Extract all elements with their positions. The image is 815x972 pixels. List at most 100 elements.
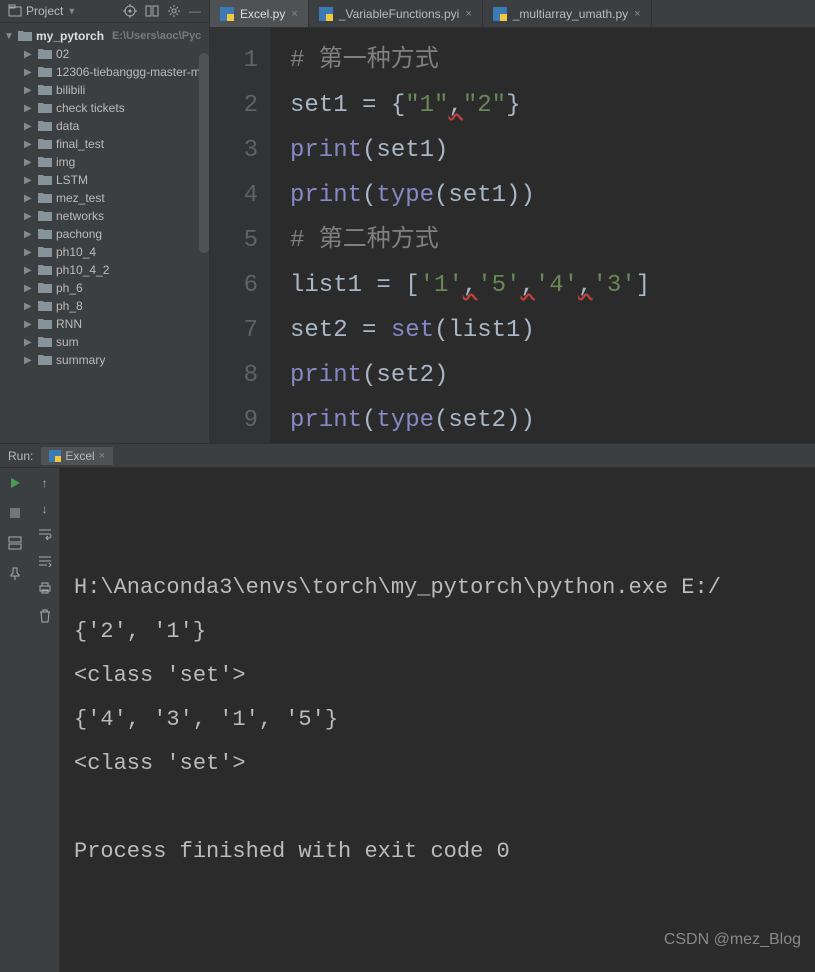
tab-label: Excel.py (240, 7, 285, 21)
run-tab-label: Excel (65, 449, 94, 463)
close-icon[interactable]: × (291, 8, 297, 20)
collapse-arrow-icon[interactable]: ▶ (24, 319, 34, 330)
collapse-arrow-icon[interactable]: ▶ (24, 49, 34, 60)
code-line[interactable]: print(type(set2)) (290, 398, 815, 443)
collapse-arrow-icon[interactable]: ▶ (24, 283, 34, 294)
tree-item[interactable]: ▶ 02 (0, 45, 209, 63)
tab-label: _VariableFunctions.pyi (339, 7, 460, 21)
tree-item[interactable]: ▶ph_8 (0, 297, 209, 315)
tree-item-label: LSTM (56, 173, 88, 187)
code-line[interactable]: set1 = {"1","2"} (290, 83, 815, 128)
close-icon[interactable]: × (99, 450, 105, 462)
project-panel: Project ▼ — ▼ my_pytorch E:\Users\aoc\Py… (0, 0, 210, 443)
collapse-arrow-icon[interactable]: ▶ (24, 103, 34, 114)
collapse-arrow-icon[interactable]: ▶ (24, 337, 34, 348)
collapse-arrow-icon[interactable]: ▶ (24, 85, 34, 96)
code-line[interactable]: # 第一种方式 (290, 38, 815, 83)
code-line[interactable]: print(set2) (290, 353, 815, 398)
tree-item-label: ph_6 (56, 281, 83, 295)
tree-item[interactable]: ▶networks (0, 207, 209, 225)
code-line[interactable]: print(type(set1)) (290, 173, 815, 218)
collapse-arrow-icon[interactable]: ▶ (24, 121, 34, 132)
tree-item[interactable]: ▶ check tickets (0, 99, 209, 117)
python-file-icon (493, 7, 507, 21)
tree-item[interactable]: ▶ph10_4_2 (0, 261, 209, 279)
tree-item[interactable]: ▶sum (0, 333, 209, 351)
tree-item[interactable]: ▶summary (0, 351, 209, 369)
code-line[interactable]: print(set1) (290, 128, 815, 173)
scrollbar[interactable] (199, 53, 209, 253)
run-tab[interactable]: Excel × (41, 447, 113, 465)
collapse-arrow-icon[interactable]: ▶ (24, 301, 34, 312)
tree-item[interactable]: ▶ ph_6 (0, 279, 209, 297)
code-line[interactable]: list1 = ['1','5','4','3'] (290, 263, 815, 308)
gear-icon[interactable] (167, 4, 181, 18)
run-output[interactable]: H:\Anaconda3\envs\torch\my_pytorch\pytho… (60, 468, 815, 972)
down-arrow-icon[interactable]: ↓ (42, 502, 48, 516)
project-dropdown[interactable]: Project ▼ (8, 4, 76, 18)
trash-icon[interactable] (39, 609, 51, 626)
stop-icon[interactable] (9, 507, 21, 522)
tree-item[interactable]: ▶bilibili (0, 81, 209, 99)
soft-wrap-icon[interactable] (38, 528, 52, 543)
collapse-arrow-icon[interactable]: ▶ (24, 67, 34, 78)
folder-icon (38, 138, 52, 150)
tree-item[interactable]: ▶pachong (0, 225, 209, 243)
collapse-arrow-icon[interactable]: ▶ (24, 157, 34, 168)
editor-tab[interactable]: _multiarray_umath.py× (483, 0, 652, 27)
project-title: Project (26, 4, 63, 18)
tree-root[interactable]: ▼ my_pytorch E:\Users\aoc\Pyc (0, 27, 209, 45)
close-icon[interactable]: × (634, 8, 640, 20)
tree-item-label: check tickets (56, 101, 125, 115)
up-arrow-icon[interactable]: ↑ (42, 476, 48, 490)
line-number: 5 (210, 218, 258, 263)
line-number: 9 (210, 398, 258, 443)
folder-icon (38, 336, 52, 348)
tree-item-label: 02 (56, 47, 69, 61)
collapse-arrow-icon[interactable]: ▶ (24, 265, 34, 276)
output-line: {'4', '3', '1', '5'} (74, 698, 801, 742)
collapse-arrow-icon[interactable]: ▶ (24, 247, 34, 258)
code-editor[interactable]: 123456789 # 第一种方式set1 = {"1","2"}print(s… (210, 28, 815, 443)
tree-item-label: 12306-tiebanggg-master-m (56, 65, 201, 79)
tree-item[interactable]: ▶RNN (0, 315, 209, 333)
close-icon[interactable]: × (465, 8, 471, 20)
collapse-arrow-icon[interactable]: ▶ (24, 193, 34, 204)
tree-item[interactable]: ▶ 12306-tiebanggg-master-m (0, 63, 209, 81)
folder-icon (38, 264, 52, 276)
collapse-arrow-icon[interactable]: ▶ (24, 211, 34, 222)
tree-item[interactable]: ▶mez_test (0, 189, 209, 207)
tree-item[interactable]: ▶ph10_4 (0, 243, 209, 261)
tree-item[interactable]: ▶data (0, 117, 209, 135)
target-icon[interactable] (123, 4, 137, 18)
run-toolbar-left (0, 468, 30, 972)
run-label: Run: (8, 449, 33, 463)
output-line: Process finished with exit code 0 (74, 830, 801, 874)
print-icon[interactable] (38, 582, 52, 597)
expand-arrow-icon[interactable]: ▼ (4, 31, 14, 42)
tree-item[interactable]: ▶ final_test (0, 135, 209, 153)
play-icon[interactable] (8, 476, 22, 493)
collapse-icon[interactable]: — (189, 4, 201, 18)
code-content[interactable]: # 第一种方式set1 = {"1","2"}print(set1)print(… (270, 28, 815, 443)
tree-item-label: final_test (56, 137, 104, 151)
collapse-arrow-icon[interactable]: ▶ (24, 175, 34, 186)
editor-tab[interactable]: _VariableFunctions.pyi × (309, 0, 483, 27)
folder-icon (38, 210, 52, 222)
layout-icon[interactable] (8, 536, 22, 553)
tree-root-label: my_pytorch (36, 29, 104, 43)
pin-icon[interactable] (8, 567, 22, 584)
line-number: 8 (210, 353, 258, 398)
tree-item[interactable]: ▶ LSTM (0, 171, 209, 189)
split-icon[interactable] (145, 4, 159, 18)
code-line[interactable]: set2 = set(list1) (290, 308, 815, 353)
collapse-arrow-icon[interactable]: ▶ (24, 355, 34, 366)
code-line[interactable]: # 第二种方式 (290, 218, 815, 263)
folder-icon (38, 66, 52, 78)
scroll-icon[interactable] (38, 555, 52, 570)
editor-tab[interactable]: Excel.py × (210, 0, 309, 27)
collapse-arrow-icon[interactable]: ▶ (24, 139, 34, 150)
tree-item[interactable]: ▶img (0, 153, 209, 171)
project-tree[interactable]: ▼ my_pytorch E:\Users\aoc\Pyc ▶ 02 ▶ 12306-… (0, 23, 209, 443)
collapse-arrow-icon[interactable]: ▶ (24, 229, 34, 240)
